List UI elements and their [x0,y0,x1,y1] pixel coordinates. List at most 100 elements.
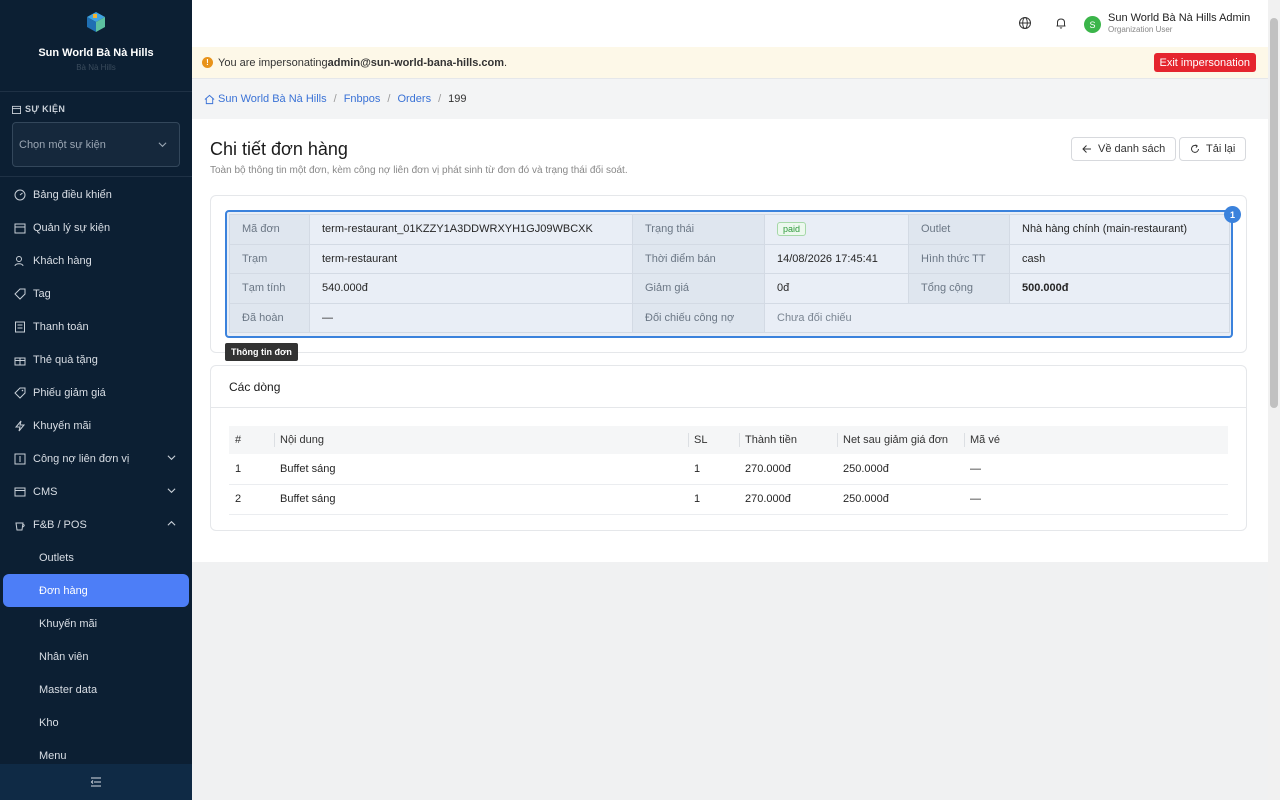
sidebar-collapse-button[interactable] [0,764,192,800]
globe-icon[interactable] [1018,16,1032,30]
page-description: Toàn bộ thông tin một đơn, kèm công nợ l… [210,165,628,176]
order-info-tag: Thông tin đơn [225,343,298,361]
sidebar-item-vouchers[interactable]: Phiếu giảm giá [0,376,192,409]
info-row: Đã hoàn — Đối chiếu công nợ Chưa đối chi… [229,302,1230,333]
sidebar-subitem-staff[interactable]: Nhân viên [0,640,192,673]
sidebar-item-payments[interactable]: Thanh toán [0,310,192,343]
back-to-list-button[interactable]: Về danh sách [1071,137,1177,161]
breadcrumb-home[interactable]: Sun World Bà Nà Hills [204,93,327,105]
status-badge: paid [777,222,807,237]
sidebar-item-label: Tag [33,287,51,300]
exit-impersonation-button[interactable]: Exit impersonation [1153,53,1256,72]
document-icon [14,487,26,496]
sidebar-item-intercompany-debt[interactable]: Công nợ liên đơn vị [0,442,192,475]
payment-method-label: Hình thức TT [908,243,1010,274]
table-row[interactable]: 1 Buffet sáng 1 270.000đ 250.000đ — [229,454,1228,485]
info-row: Trạm term-restaurant Thời điểm bán 14/08… [229,243,1230,274]
order-code-value: term-restaurant_01KZZY1A3DDWRXYH1GJ09WBC… [309,214,633,245]
status-cell: paid [764,214,909,245]
sidebar-subitem-label: Đơn hàng [39,584,88,597]
sidebar-subitem-orders[interactable]: Đơn hàng [3,574,189,607]
ticket-icon [14,387,26,399]
sidebar-item-label: Bảng điều khiển [33,188,112,201]
table-row[interactable]: 2 Buffet sáng 1 270.000đ 250.000đ — [229,484,1228,515]
event-select[interactable]: Chọn một sự kiện [12,122,180,167]
cell-qty: 1 [688,454,739,485]
sidebar-item-customers[interactable]: Khách hàng [0,244,192,277]
sidebar-item-label: Quản lý sự kiện [33,221,111,234]
discount-value: 0đ [764,273,909,304]
lightning-icon [14,420,26,431]
scrollbar-thumb[interactable] [1270,18,1278,408]
org-name: Sun World Bà Nà Hills [38,47,154,59]
cell-index: 2 [229,484,274,515]
sidebar-header: Sun World Bà Nà Hills Bà Nà Hills [0,0,192,92]
breadcrumb-home-label: Sun World Bà Nà Hills [218,93,327,105]
breadcrumb: Sun World Bà Nà Hills / Fnbpos / Orders … [192,78,1268,119]
page-scrollbar[interactable] [1268,0,1280,800]
col-content: Nội dung [274,426,688,454]
outlet-value: Nhà hàng chính (main-restaurant) [1009,214,1230,245]
main-content: Chi tiết đơn hàng Toàn bộ thông tin một … [192,119,1268,562]
chevron-down-icon [167,455,176,461]
order-lines-title: Các dòng [211,366,1246,408]
sidebar-subitem-outlets[interactable]: Outlets [0,541,192,574]
breadcrumb-separator: / [438,93,442,105]
chevron-up-icon [167,520,176,526]
subtotal-label: Tạm tính [229,273,310,304]
sidebar-subitem-master-data[interactable]: Master data [0,673,192,706]
sidebar-subitem-promotions[interactable]: Khuyến mãi [0,607,192,640]
sidebar-nav: Bảng điều khiển Quản lý sự kiện Khách hà… [0,178,192,772]
sidebar-item-fnb-pos[interactable]: F&B / POS [0,508,192,541]
user-name[interactable]: Sun World Bà Nà Hills Admin [1108,12,1250,24]
total-label: Tổng cộng [908,273,1010,304]
tag-icon [14,288,26,300]
avatar[interactable]: S [1084,16,1101,33]
discount-label: Giảm giá [632,273,765,304]
banner-suffix: . [504,56,508,69]
order-info-highlight: Mã đơn term-restaurant_01KZZY1A3DDWRXYH1… [225,206,1241,338]
info-row: Mã đơn term-restaurant_01KZZY1A3DDWRXYH1… [229,214,1230,245]
refunded-label: Đã hoàn [229,302,310,333]
col-qty: SL [688,426,739,454]
sidebar-subitem-label: Nhân viên [39,650,89,663]
reload-button[interactable]: Tải lại [1179,137,1247,161]
payment-method-value: cash [1009,243,1230,274]
reconciliation-label: Đối chiếu công nợ [632,302,765,333]
ledger-icon [14,453,26,464]
impersonated-email: admin@sun-world-bana-hills.com [327,56,505,69]
cell-net: 250.000đ [837,454,964,485]
sidebar-item-gift-cards[interactable]: Thẻ quà tặng [0,343,192,376]
bell-icon[interactable] [1054,16,1068,30]
sidebar-item-cms[interactable]: CMS [0,475,192,508]
terminal-label: Trạm [229,243,310,274]
sidebar-item-label: CMS [33,485,58,498]
sidebar-subitem-label: Master data [39,683,98,696]
sidebar-subitem-label: Khuyến mãi [39,617,98,630]
cell-content: Buffet sáng [274,484,688,515]
sidebar-subitem-inventory[interactable]: Kho [0,706,192,739]
sidebar-item-dashboard[interactable]: Bảng điều khiển [0,178,192,211]
breadcrumb-current: 199 [448,93,467,105]
page-title: Chi tiết đơn hàng [210,139,348,159]
events-section-label: SỰ KIỆN [12,104,65,114]
calendar-icon [14,223,26,233]
org-subtitle: Bà Nà Hills [76,63,116,72]
warning-icon: ! [202,57,213,68]
collapse-menu-icon [90,777,101,787]
order-code-label: Mã đơn [229,214,310,245]
sidebar-item-tag[interactable]: Tag [0,277,192,310]
breadcrumb-separator: / [333,93,337,105]
sidebar-item-label: Thanh toán [33,320,89,333]
sidebar: Sun World Bà Nà Hills Bà Nà Hills SỰ KIỆ… [0,0,192,800]
chevron-down-icon [158,142,167,148]
sidebar-item-promotions[interactable]: Khuyến mãi [0,409,192,442]
sale-time-value: 14/08/2026 17:45:41 [764,243,909,274]
breadcrumb-orders[interactable]: Orders [397,93,431,105]
sidebar-item-events[interactable]: Quản lý sự kiện [0,211,192,244]
info-row: Tạm tính 540.000đ Giảm giá 0đ Tổng cộng … [229,273,1230,304]
breadcrumb-fnbpos[interactable]: Fnbpos [344,93,381,105]
cell-content: Buffet sáng [274,454,688,485]
gauge-icon [14,189,26,200]
back-to-list-label: Về danh sách [1098,143,1166,155]
